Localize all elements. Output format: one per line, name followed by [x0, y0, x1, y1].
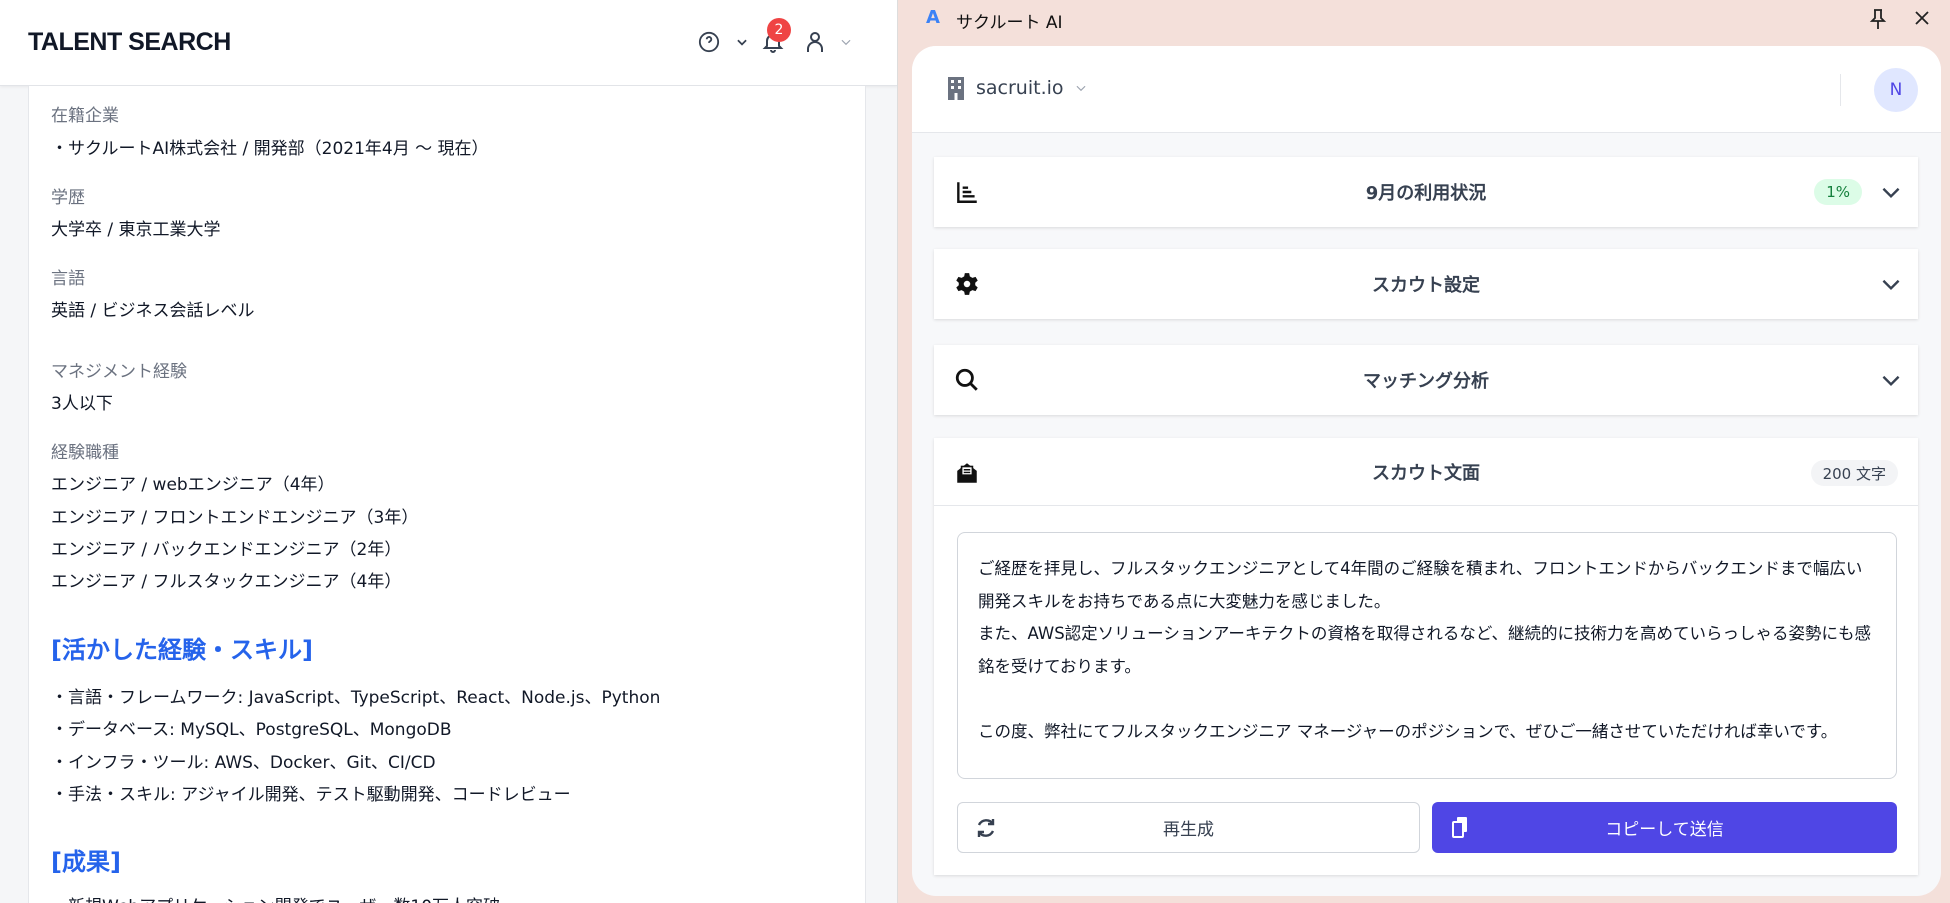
app-logo: A: [926, 7, 940, 28]
section-title: スカウト文面: [1372, 462, 1480, 484]
chevron-down-icon[interactable]: [1878, 179, 1904, 205]
regenerate-button[interactable]: 再生成: [957, 802, 1420, 853]
job-type-item: エンジニア / バックエンドエンジニア（2年）: [51, 540, 402, 560]
sacruit-ai-sidepanel: A サクルート AI sacruit.io N 9月の利用状況 1% スカウト設…: [898, 0, 1950, 903]
panel-titlebar: A サクルート AI: [898, 0, 1950, 40]
results-heading: [成果]: [51, 848, 121, 876]
refresh-icon: [977, 819, 995, 837]
section-title: マッチング分析: [1363, 371, 1489, 392]
search-icon: [955, 368, 978, 391]
panel-card: sacruit.io N 9月の利用状況 1% スカウト設定 マッチング分析 ス…: [912, 46, 1941, 896]
org-selector[interactable]: sacruit.io: [946, 76, 1088, 100]
user-icon[interactable]: [801, 28, 829, 56]
field-value-management: 3人以下: [51, 394, 113, 414]
matching-analysis-section[interactable]: マッチング分析: [934, 345, 1918, 415]
pin-icon[interactable]: [1868, 8, 1890, 30]
brand-logo: TALENT SEARCH: [28, 28, 231, 56]
result-item: ・新規Webアプリケーション開発でユーザー数10万人突破: [51, 892, 500, 903]
field-value-language: 英語 / ビジネス会話レベル: [51, 301, 255, 321]
scout-message-textarea[interactable]: ご経歴を拝見し、フルスタックエンジニアとして4年間のご経験を積まれ、フロントエン…: [957, 532, 1897, 779]
field-label-education: 学歴: [51, 188, 85, 208]
field-value-education: 大学卒 / 東京工業大学: [51, 220, 221, 240]
building-icon: [948, 77, 964, 100]
app-title: サクルート AI: [956, 13, 1063, 33]
skill-item: ・言語・フレームワーク: JavaScript、TypeScript、React…: [51, 688, 661, 708]
skill-item: ・手法・スキル: アジャイル開発、テスト駆動開発、コードレビュー: [51, 785, 571, 805]
chevron-down-icon[interactable]: [1878, 271, 1904, 297]
chevron-down-icon[interactable]: [1878, 367, 1904, 393]
job-type-item: エンジニア / フルスタックエンジニア（4年）: [51, 572, 402, 592]
skill-item: ・インフラ・ツール: AWS、Docker、Git、CI/CD: [51, 753, 436, 773]
skills-heading: [活かした経験・スキル]: [51, 636, 313, 664]
close-icon[interactable]: [1912, 8, 1934, 30]
section-title: 9月の利用状況: [1365, 183, 1487, 204]
copy-and-send-label: コピーして送信: [1605, 820, 1724, 840]
field-label-management: マネジメント経験: [51, 362, 187, 382]
copy-icon: [1452, 817, 1467, 838]
job-type-item: エンジニア / フロントエンドエンジニア（3年）: [51, 508, 419, 528]
header-divider: [1840, 74, 1841, 106]
skill-item: ・データベース: MySQL、PostgreSQL、MongoDB: [51, 720, 452, 740]
org-name: sacruit.io: [976, 77, 1064, 99]
field-label-company: 在籍企業: [51, 106, 119, 126]
char-count-badge: 200 文字: [1810, 460, 1898, 486]
job-type-item: エンジニア / webエンジニア（4年）: [51, 475, 335, 495]
notification-badge: 2: [767, 18, 791, 42]
help-chevron-down-icon[interactable]: [728, 28, 756, 56]
chevron-down-icon: [1076, 85, 1086, 92]
talent-search-panel: TALENT SEARCH 2 在籍企業 ・サクルートAI株式会社 / 開発部（…: [0, 0, 898, 903]
scout-message-section: スカウト文面 200 文字 ご経歴を拝見し、フルスタックエンジニアとして4年間の…: [934, 438, 1918, 875]
copy-and-send-button[interactable]: コピーして送信: [1432, 802, 1897, 853]
usage-badge: 1%: [1814, 179, 1862, 205]
user-chevron-down-icon[interactable]: [832, 28, 860, 56]
envelope-open-icon: [957, 463, 977, 483]
field-value-company: ・サクルートAI株式会社 / 開発部（2021年4月 〜 現在）: [51, 139, 489, 159]
bar-chart-icon: [957, 182, 977, 203]
section-title: スカウト設定: [1372, 275, 1480, 296]
field-label-language: 言語: [51, 269, 85, 289]
usage-section[interactable]: 9月の利用状況 1%: [934, 157, 1918, 227]
scout-settings-section[interactable]: スカウト設定: [934, 249, 1918, 319]
field-label-job-types: 経験職種: [51, 443, 119, 463]
gear-icon: [956, 273, 978, 295]
help-icon[interactable]: [695, 28, 723, 56]
panel-header: sacruit.io N: [912, 46, 1941, 133]
regenerate-label: 再生成: [1163, 820, 1214, 840]
avatar[interactable]: N: [1874, 68, 1918, 112]
top-header: TALENT SEARCH 2: [0, 0, 897, 86]
